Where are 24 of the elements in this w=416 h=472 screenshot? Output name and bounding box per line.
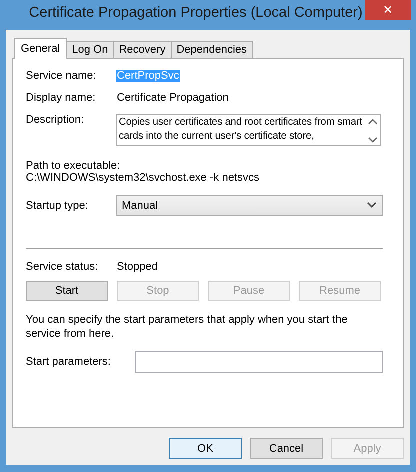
field-label: Path to executable:	[26, 160, 122, 172]
description-field[interactable]: Copies user certificates and root certificates from smart cards into the current user's certificate store,	[116, 114, 381, 146]
tab[interactable]: Recovery	[113, 41, 172, 58]
field-label: Service name:	[26, 70, 98, 82]
tab[interactable]: Dependencies	[170, 41, 254, 58]
dialog-button[interactable]: Cancel	[250, 438, 323, 459]
tab[interactable]: Log On	[66, 41, 114, 58]
window-title: Certificate Propagation Properties (Local Computer)	[29, 4, 363, 21]
path-value: C:\WINDOWS\system32\svchost.exe -k netsvcs	[26, 172, 260, 184]
field-label: Startup type:	[26, 200, 90, 212]
start-parameters-field[interactable]	[135, 351, 383, 373]
field-label: Display name:	[26, 92, 97, 104]
scroll-arrows-icon	[368, 117, 378, 145]
close-button[interactable]: ✕	[365, 0, 411, 20]
startup-type-dropdown[interactable]: Manual	[116, 195, 383, 216]
service-control-button[interactable]: Start	[26, 281, 108, 301]
hint-text: You can specify the start parameters that apply when you start the service from here.	[26, 313, 349, 341]
tab[interactable]: General	[14, 38, 68, 59]
field-label: Start parameters:	[26, 356, 112, 368]
dialog-button[interactable]: OK	[169, 438, 242, 459]
field-label: Description:	[26, 114, 86, 126]
display-name-value: Certificate Propagation	[116, 92, 230, 104]
service-status-value: Stopped	[116, 261, 159, 273]
field-label: Service status:	[26, 261, 100, 273]
